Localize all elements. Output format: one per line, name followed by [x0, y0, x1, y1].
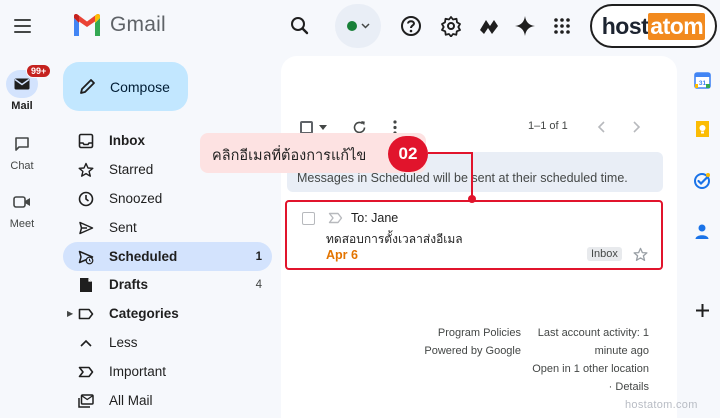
chevron-down-icon: [360, 23, 370, 29]
select-dropdown-icon[interactable]: [319, 125, 327, 130]
nav-label: All Mail: [109, 393, 153, 408]
nav-label: Inbox: [109, 133, 145, 148]
nav-label: Snoozed: [109, 191, 163, 206]
unread-badge: 99+: [26, 64, 52, 78]
search-icon[interactable]: [287, 13, 313, 39]
keep-icon[interactable]: [691, 118, 713, 140]
brand-text-atom: atom: [648, 12, 706, 40]
compose-button[interactable]: Compose: [63, 62, 188, 111]
email-checkbox[interactable]: [302, 212, 315, 225]
callout-connector: [428, 152, 473, 154]
details-link[interactable]: · Details: [527, 378, 649, 396]
rail-label: Mail: [11, 100, 33, 112]
nav-label: Categories: [109, 306, 179, 321]
tasks-icon[interactable]: [691, 170, 713, 192]
contacts-icon[interactable]: [691, 220, 713, 242]
brand-text-host: host: [601, 12, 649, 39]
video-icon: [13, 196, 30, 208]
nav-item-sent[interactable]: Sent: [63, 213, 272, 242]
compose-label: Compose: [110, 78, 170, 95]
nav-item-categories[interactable]: ▶ Categories: [63, 299, 272, 328]
label-icon: [77, 305, 95, 323]
nav-label: Sent: [109, 220, 137, 235]
pagination-text: 1–1 of 1: [528, 120, 568, 132]
program-policies-link[interactable]: Program Policies: [409, 324, 521, 342]
chevron-left-icon[interactable]: [597, 121, 605, 133]
scheduled-icon: [77, 248, 95, 266]
menu-icon[interactable]: [9, 13, 35, 39]
apps-grid-icon[interactable]: [549, 13, 575, 39]
activity-line: Open in 1 other location: [532, 363, 649, 375]
rail-item-meet[interactable]: Meet: [0, 188, 44, 230]
sparkle-icon[interactable]: [512, 13, 538, 39]
callout-connector: [471, 152, 473, 198]
email-recipient: To: Jane: [351, 211, 399, 225]
callout-text: คลิกอีเมลที่ต้องการแก้ไข: [212, 148, 367, 164]
brand-logo: host atom: [590, 4, 717, 48]
step-number-badge: 02: [388, 136, 428, 172]
account-activity: Last account activity: 1 minute ago Open…: [527, 324, 649, 396]
email-subject: ทดสอบการตั้งเวลาส่งอีเมล: [326, 232, 463, 246]
star-icon: [77, 161, 95, 179]
chat-icon: [15, 137, 29, 151]
powered-by-text: Powered by Google: [424, 345, 521, 357]
all-mail-icon: [77, 392, 95, 410]
nav-label: Drafts: [109, 277, 149, 292]
important-icon: [77, 363, 95, 381]
app-title: Gmail: [110, 13, 166, 36]
nav-label: Scheduled: [109, 249, 178, 264]
settings-icon[interactable]: [438, 13, 464, 39]
gemini-apps-icon[interactable]: [476, 13, 502, 39]
help-icon[interactable]: [398, 13, 424, 39]
gmail-logo[interactable]: Gmail: [72, 13, 166, 37]
nav-item-drafts[interactable]: Drafts 4: [63, 270, 272, 299]
nav-item-important[interactable]: Important: [63, 357, 272, 386]
email-row[interactable]: To: Jane ทดสอบการตั้งเวลาส่งอีเมล Apr 6 …: [285, 200, 663, 270]
draft-icon: [77, 276, 95, 294]
star-icon[interactable]: [633, 247, 648, 262]
email-date: Apr 6: [326, 248, 358, 262]
calendar-icon[interactable]: 31: [691, 69, 713, 91]
top-bar: Gmail host atom: [0, 0, 720, 54]
pencil-icon: [80, 79, 95, 94]
activity-line: minute ago: [594, 345, 649, 357]
chevron-right-icon[interactable]: [633, 121, 641, 133]
main-pane: 1–1 of 1 Messages in Scheduled will be s…: [281, 56, 677, 418]
activity-line: Last account activity: 1: [537, 327, 649, 339]
importance-icon[interactable]: [328, 212, 343, 224]
add-icon[interactable]: [691, 299, 713, 321]
rail-label: Chat: [10, 160, 34, 172]
svg-text:31: 31: [698, 80, 706, 87]
nav-label: Important: [109, 364, 167, 379]
footer-links: Program Policies Powered by Google: [409, 324, 521, 360]
nav-item-snoozed[interactable]: Snoozed: [63, 184, 272, 213]
nav-count: 4: [255, 278, 262, 291]
chevron-up-icon: [77, 334, 95, 352]
nav-label: Less: [109, 335, 138, 350]
email-label-chip[interactable]: Inbox: [587, 247, 622, 261]
rail-label: Meet: [9, 218, 35, 230]
status-selector[interactable]: [335, 4, 381, 48]
status-icon: [346, 21, 357, 31]
rail-item-mail[interactable]: 99+ Mail: [0, 64, 52, 112]
caret-right-icon[interactable]: ▶: [67, 309, 73, 318]
send-icon: [77, 219, 95, 237]
inbox-icon: [77, 132, 95, 150]
banner-text: Messages in Scheduled will be sent at th…: [297, 171, 628, 185]
callout-anchor-dot: [468, 195, 476, 203]
nav-label: Starred: [109, 162, 154, 177]
nav-item-all-mail[interactable]: All Mail: [63, 386, 272, 415]
clock-icon: [77, 190, 95, 208]
rail-item-chat[interactable]: Chat: [0, 130, 44, 172]
nav-item-less[interactable]: Less: [63, 328, 272, 357]
gmail-m-icon: [74, 14, 100, 36]
mail-icon: [14, 78, 30, 90]
watermark-text: hostatom.com: [625, 399, 698, 411]
nav-count: 1: [255, 250, 262, 263]
nav-item-scheduled[interactable]: Scheduled 1: [63, 242, 272, 271]
